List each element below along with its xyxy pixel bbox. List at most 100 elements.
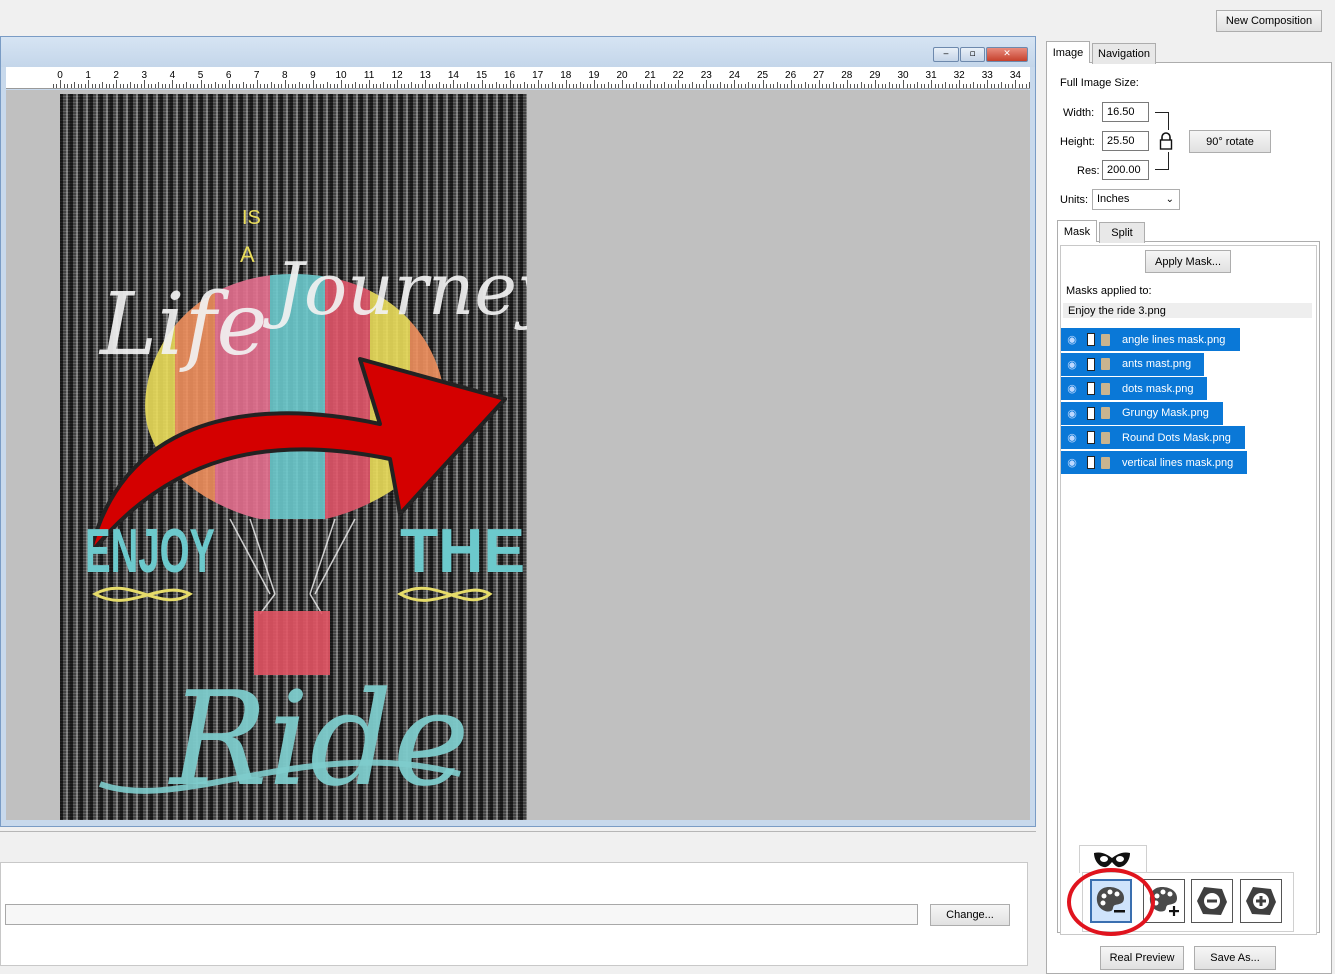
ruler-tick [506, 84, 508, 88]
ruler-tick [369, 80, 371, 88]
lock-icon[interactable] [1158, 132, 1174, 150]
real-preview-button[interactable]: Real Preview [1100, 946, 1184, 970]
ruler-tick [228, 80, 230, 88]
ruler-tick [744, 84, 746, 88]
ruler-tick [885, 84, 887, 88]
ruler-tick [681, 84, 683, 88]
tab-navigation[interactable]: Navigation [1092, 43, 1156, 64]
layer-icon[interactable] [1087, 456, 1095, 469]
eye-icon[interactable]: ◉ [1061, 431, 1083, 444]
horizontal-ruler: 0 1 2 3 4 5 6 7 8 9 10 11 12 13 14 15 16 17 18 19 20 21 22 23 24… [6, 67, 1030, 89]
ruler-tick [530, 84, 532, 88]
eye-icon[interactable]: ◉ [1061, 407, 1083, 420]
ruler-tick [499, 84, 501, 88]
change-button[interactable]: Change... [930, 904, 1010, 926]
ruler-tick [878, 84, 880, 88]
ruler-tick [242, 82, 244, 88]
mask-list-item[interactable]: ◉ angle lines mask.png [1061, 328, 1240, 351]
ruler-tick [225, 84, 227, 88]
ruler-tick [414, 84, 416, 88]
tab-split[interactable]: Split [1099, 222, 1145, 243]
trash-icon[interactable] [1101, 431, 1110, 444]
apply-mask-button[interactable]: Apply Mask... [1145, 250, 1231, 273]
ruler-tick [246, 84, 248, 88]
eye-icon[interactable]: ◉ [1061, 358, 1083, 371]
mask-list-item[interactable]: ◉ ants mast.png [1061, 352, 1204, 376]
subtract-shape-button[interactable] [1191, 879, 1233, 923]
ruler-tick [888, 82, 890, 88]
ruler-tick [667, 84, 669, 88]
res-field[interactable]: 200.00 [1102, 160, 1149, 180]
ruler-tick [253, 84, 255, 88]
artwork-text-the: THE [400, 517, 525, 586]
ruler-tick [994, 84, 996, 88]
rotate-button[interactable]: 90° rotate [1189, 130, 1271, 153]
eye-icon[interactable]: ◉ [1061, 333, 1083, 346]
ruler-tick [611, 84, 613, 88]
ruler-tick [126, 84, 128, 88]
ruler-tick [755, 84, 757, 88]
layer-icon[interactable] [1087, 431, 1095, 445]
ruler-tick [910, 84, 912, 88]
trash-icon[interactable] [1101, 358, 1110, 371]
layer-icon[interactable] [1087, 333, 1095, 346]
layer-icon[interactable] [1087, 357, 1095, 371]
ruler-tick [481, 80, 483, 88]
mask-list-item[interactable]: ◉ vertical lines mask.png [1061, 451, 1247, 474]
ruler-tick [341, 80, 342, 88]
ruler-tick [906, 84, 908, 88]
ruler-tick [116, 80, 118, 88]
ruler-tick [716, 84, 718, 88]
mask-list-item[interactable]: ◉ dots mask.png [1061, 377, 1207, 401]
ruler-tick [622, 80, 623, 88]
minimize-icon[interactable]: ‒ [933, 47, 959, 62]
trash-icon[interactable] [1101, 407, 1110, 420]
ruler-tick [492, 84, 494, 88]
artwork-image[interactable]: Life IS A Journey ENJOY THE Ride [60, 94, 527, 820]
mask-list-item[interactable]: ◉ Grungy Mask.png [1061, 401, 1223, 425]
width-field[interactable]: 16.50 [1102, 102, 1149, 122]
ruler-tick [583, 84, 585, 88]
tab-image[interactable]: Image [1046, 41, 1090, 63]
mask-list-item[interactable]: ◉ Round Dots Mask.png [1061, 426, 1245, 450]
canvas-area[interactable]: Life IS A Journey ENJOY THE Ride [6, 90, 1030, 820]
height-field[interactable]: 25.50 [1102, 131, 1149, 151]
bottom-strip [0, 831, 1036, 861]
eye-icon[interactable]: ◉ [1061, 382, 1083, 395]
ruler-tick [895, 84, 897, 88]
window-titlebar[interactable]: ‒ ▫ ✕ [1, 37, 1035, 67]
ruler-tick [730, 84, 732, 88]
ruler-tick [326, 82, 328, 88]
maximize-icon[interactable]: ▫ [960, 47, 985, 62]
ruler-tick [467, 82, 469, 88]
units-select[interactable]: Inches ⌄ [1092, 189, 1180, 210]
ruler-tick [418, 84, 420, 88]
add-shape-button[interactable] [1240, 879, 1282, 923]
save-as-button[interactable]: Save As... [1194, 946, 1276, 970]
ruler-tick [593, 80, 595, 88]
ruler-tick [780, 84, 782, 88]
close-icon[interactable]: ✕ [986, 47, 1028, 62]
ruler-tick [808, 84, 810, 88]
trash-icon[interactable] [1101, 333, 1110, 346]
tab-mask[interactable]: Mask [1057, 220, 1097, 242]
trash-icon[interactable] [1101, 456, 1110, 469]
ruler-tick [934, 84, 936, 88]
layer-icon[interactable] [1087, 406, 1095, 420]
ruler-tick [1001, 82, 1003, 88]
ruler-tick [397, 80, 399, 88]
ruler-tick [920, 84, 922, 88]
eye-icon[interactable]: ◉ [1061, 456, 1083, 469]
units-label: Units: [1060, 194, 1089, 206]
ruler-tick [924, 84, 926, 88]
ruler-tick [168, 84, 170, 88]
ruler-tick [822, 84, 824, 88]
trash-icon[interactable] [1101, 382, 1110, 395]
ruler-tick [274, 84, 276, 88]
file-path-field[interactable] [5, 904, 918, 925]
ruler-tick [709, 84, 711, 88]
new-composition-button[interactable]: New Composition [1216, 10, 1322, 32]
layer-icon[interactable] [1087, 382, 1095, 396]
ruler-tick [597, 84, 599, 88]
ruler-tick [646, 84, 648, 88]
